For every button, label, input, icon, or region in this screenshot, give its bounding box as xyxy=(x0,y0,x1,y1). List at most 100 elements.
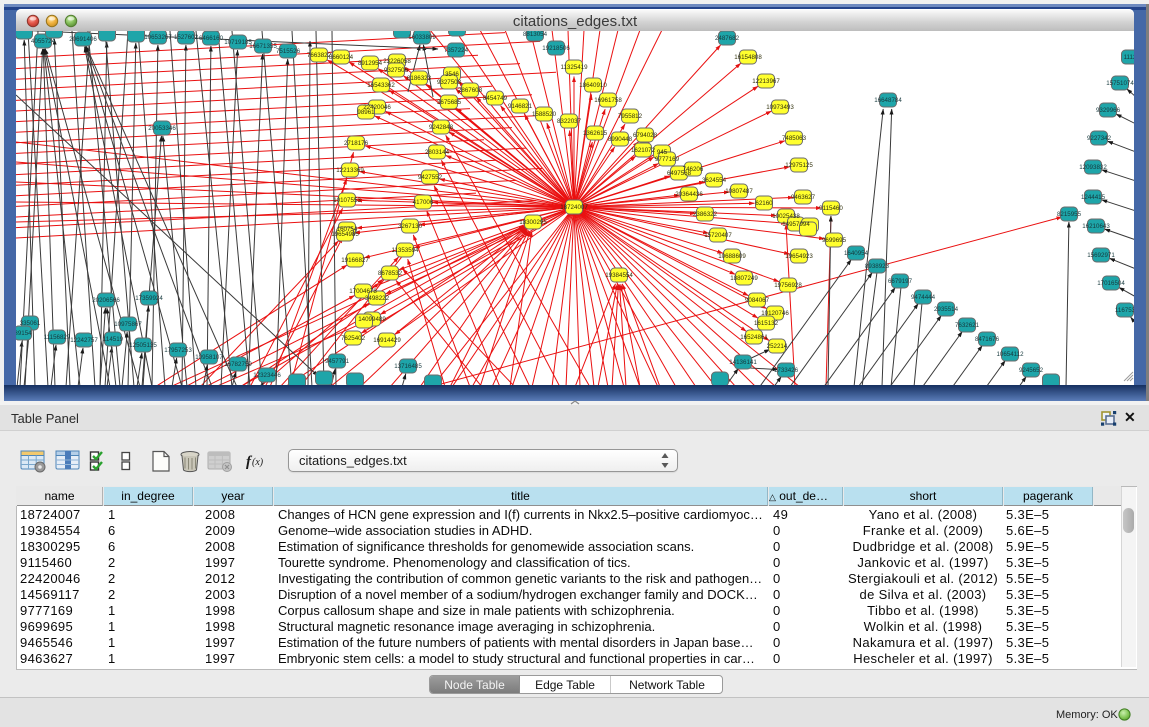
svg-text:12242757: 12242757 xyxy=(70,337,98,344)
svg-text:16210643: 16210643 xyxy=(1082,223,1110,230)
svg-text:8471676: 8471676 xyxy=(975,336,1000,343)
svg-text:8938923: 8938923 xyxy=(865,263,890,270)
svg-text:18300295: 18300295 xyxy=(519,219,547,226)
svg-text:10688609: 10688609 xyxy=(718,253,746,260)
svg-text:10973493: 10973493 xyxy=(766,104,794,111)
svg-text:10654112: 10654112 xyxy=(996,351,1024,358)
svg-text:945: 945 xyxy=(657,149,668,156)
svg-text:19218506: 19218506 xyxy=(542,45,570,52)
svg-text:20053346: 20053346 xyxy=(148,125,176,132)
svg-text:10107553: 10107553 xyxy=(333,197,361,204)
svg-text:16648784: 16648784 xyxy=(874,97,902,104)
svg-text:252214: 252214 xyxy=(767,343,788,350)
svg-text:10120746: 10120746 xyxy=(761,310,789,317)
svg-text:9242848: 9242848 xyxy=(429,124,454,131)
svg-text:9146821: 9146821 xyxy=(508,103,533,110)
svg-text:9777169: 9777169 xyxy=(655,156,680,163)
svg-text:12975125: 12975125 xyxy=(785,162,813,169)
svg-text:746206: 746206 xyxy=(683,166,704,173)
svg-text:9327508: 9327508 xyxy=(437,79,462,86)
svg-text:14136141: 14136141 xyxy=(729,359,757,366)
svg-text:9474444: 9474444 xyxy=(911,294,936,301)
svg-text:6466160: 6466160 xyxy=(199,35,224,42)
svg-text:1527602: 1527602 xyxy=(174,34,199,41)
svg-text:(x): (x) xyxy=(252,457,264,468)
svg-text:17004678: 17004678 xyxy=(349,288,377,295)
svg-text:3624554: 3624554 xyxy=(702,177,727,184)
svg-text:4055724: 4055724 xyxy=(31,38,56,45)
svg-text:10025438: 10025438 xyxy=(772,213,800,220)
svg-text:12213369: 12213369 xyxy=(336,167,364,174)
svg-text:8990448: 8990448 xyxy=(608,136,633,143)
svg-text:9227342: 9227342 xyxy=(1087,135,1112,142)
svg-text:6679197: 6679197 xyxy=(888,278,913,285)
svg-text:16782759: 16782759 xyxy=(224,361,252,368)
svg-text:7625402: 7625402 xyxy=(341,335,366,342)
svg-text:9699695: 9699695 xyxy=(822,237,847,244)
svg-text:23226058: 23226058 xyxy=(383,58,411,65)
svg-text:17016504: 17016504 xyxy=(1097,280,1125,287)
svg-text:11156829: 11156829 xyxy=(44,334,71,341)
svg-text:39154: 39154 xyxy=(16,330,32,337)
svg-text:16154808: 16154808 xyxy=(734,54,762,61)
svg-text:1640954: 1640954 xyxy=(844,250,869,257)
svg-text:8322037: 8322037 xyxy=(557,118,582,125)
svg-text:62160: 62160 xyxy=(755,200,773,207)
svg-text:1588520: 1588520 xyxy=(532,111,557,118)
svg-text:10958107: 10958107 xyxy=(195,354,223,361)
svg-text:17359924: 17359924 xyxy=(135,295,163,302)
svg-text:2386322: 2386322 xyxy=(693,211,718,218)
svg-text:9327506: 9327506 xyxy=(384,67,409,74)
svg-text:16961758: 16961758 xyxy=(594,97,622,104)
svg-text:10807487: 10807487 xyxy=(725,188,753,195)
svg-text:98961: 98961 xyxy=(357,109,375,116)
svg-text:19756928: 19756928 xyxy=(774,282,802,289)
svg-text:9463627: 9463627 xyxy=(791,194,816,201)
svg-text:8186323: 8186323 xyxy=(407,75,432,82)
svg-text:19654923: 19654923 xyxy=(785,253,813,260)
svg-text:1112: 1112 xyxy=(1124,54,1134,61)
svg-text:8454749: 8454749 xyxy=(483,95,508,102)
svg-text:11353594: 11353594 xyxy=(391,247,419,254)
svg-text:1244415: 1244415 xyxy=(1081,194,1106,201)
svg-text:7485063: 7485063 xyxy=(782,135,807,142)
svg-text:10975867: 10975867 xyxy=(114,321,142,328)
svg-text:3546: 3546 xyxy=(445,71,459,78)
svg-text:16543362: 16543362 xyxy=(367,82,395,89)
svg-text:13716485: 13716485 xyxy=(394,363,422,370)
svg-text:2935514: 2935514 xyxy=(934,306,959,313)
svg-text:12093832: 12093832 xyxy=(1079,164,1107,171)
svg-text:20691406: 20691406 xyxy=(69,36,97,43)
svg-text:20206566: 20206566 xyxy=(92,297,120,304)
svg-text:19166827: 19166827 xyxy=(341,257,369,264)
svg-text:15720407: 15720407 xyxy=(704,232,732,239)
svg-text:116753: 116753 xyxy=(1115,307,1134,314)
svg-text:3675685: 3675685 xyxy=(437,99,462,106)
svg-text:9084067: 9084067 xyxy=(745,297,770,304)
svg-text:17957253: 17957253 xyxy=(164,347,192,354)
svg-text:9427552: 9427552 xyxy=(418,174,443,181)
svg-text:14957994: 14957994 xyxy=(782,221,810,228)
svg-text:2803144: 2803144 xyxy=(425,149,450,156)
svg-text:6794028: 6794028 xyxy=(633,132,658,139)
svg-text:7357224: 7357224 xyxy=(444,47,469,54)
svg-text:9115460: 9115460 xyxy=(819,205,843,212)
svg-text:2718176: 2718176 xyxy=(344,140,369,147)
svg-text:2867608: 2867608 xyxy=(458,87,483,94)
svg-text:18807249: 18807249 xyxy=(730,275,758,282)
svg-text:10653267: 10653267 xyxy=(144,34,172,41)
svg-text:8912954: 8912954 xyxy=(358,60,383,67)
svg-text:19384554: 19384554 xyxy=(605,272,633,279)
svg-text:11325419: 11325419 xyxy=(560,64,588,71)
svg-text:14099489: 14099489 xyxy=(358,316,386,323)
svg-text:7632621: 7632621 xyxy=(955,322,980,329)
svg-text:19654985: 19654985 xyxy=(331,231,359,238)
svg-text:12213967: 12213967 xyxy=(752,78,780,85)
svg-text:9457791: 9457791 xyxy=(325,358,350,365)
svg-text:7515526: 7515526 xyxy=(276,48,301,55)
svg-text:335061: 335061 xyxy=(20,320,41,327)
svg-text:10719185: 10719185 xyxy=(224,39,252,46)
svg-text:8678532: 8678532 xyxy=(378,270,403,277)
svg-text:16524861: 16524861 xyxy=(740,334,768,341)
svg-text:1621072: 1621072 xyxy=(631,147,656,154)
